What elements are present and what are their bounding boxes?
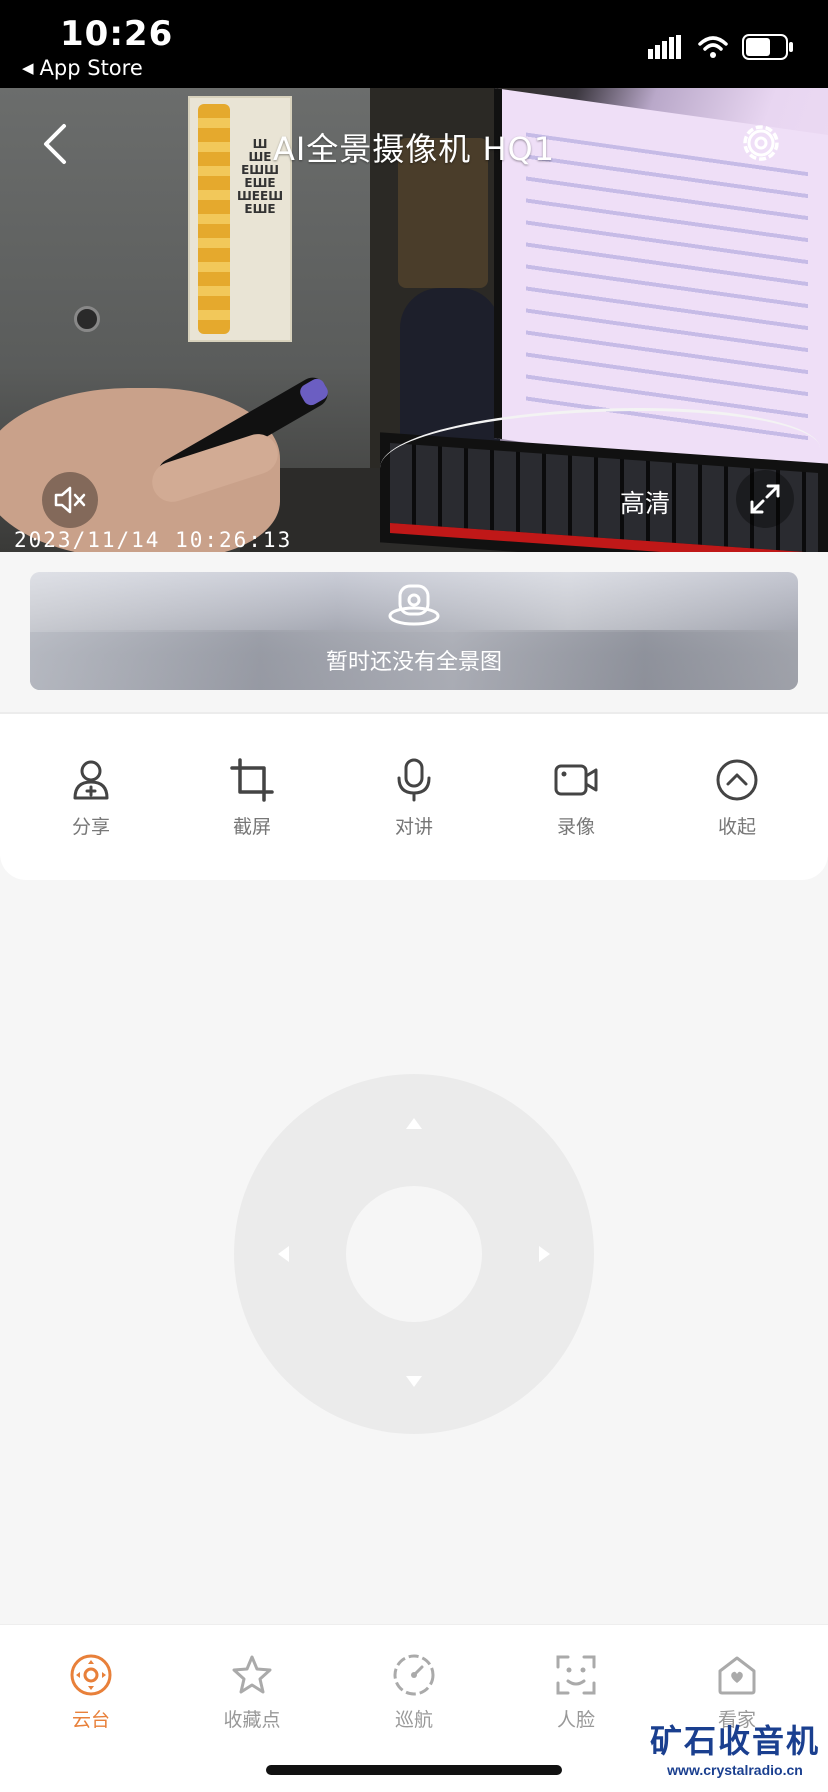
video-record-icon: [554, 764, 598, 796]
intercom-button[interactable]: 对讲: [354, 758, 474, 839]
ptz-right-arrow-icon[interactable]: [539, 1246, 550, 1262]
collapse-icon: [716, 759, 758, 801]
record-button[interactable]: 录像: [516, 758, 636, 839]
page-title: AI全景摄像机 HQ1: [272, 130, 556, 168]
back-triangle-icon: ◀: [22, 59, 34, 77]
watermark-main: 矿石收音机: [650, 1722, 821, 1760]
tab-cruise-label: 巡航: [394, 1709, 433, 1731]
ptz-center[interactable]: [346, 1186, 482, 1322]
watermark-url: www.crystalradio.cn: [667, 1762, 803, 1778]
video-scene-monitor-lines: [526, 132, 808, 453]
back-app-label: App Store: [39, 56, 143, 80]
tab-face[interactable]: 人脸: [511, 1653, 641, 1732]
status-bar: 10:26 ◀ App Store: [0, 0, 828, 88]
back-to-app-store[interactable]: ◀ App Store: [22, 56, 143, 80]
quality-toggle[interactable]: 高清: [620, 484, 670, 520]
battery-icon: [742, 34, 793, 60]
cruise-icon: [393, 1654, 435, 1696]
status-icons: [648, 34, 794, 60]
video-timestamp: 2023/11/14 10:26:13: [14, 528, 293, 552]
mute-icon: [54, 486, 86, 514]
collapse-label: 收起: [717, 816, 756, 838]
camera-panorama-icon: [388, 584, 440, 626]
action-toolbar: 分享 截屏 对讲 录像 收起: [0, 714, 828, 880]
record-label: 录像: [556, 816, 595, 838]
home-guard-icon: [718, 1656, 756, 1695]
tab-favorites[interactable]: 收藏点: [187, 1653, 317, 1732]
ptz-left-arrow-icon[interactable]: [278, 1246, 289, 1262]
fullscreen-button[interactable]: [736, 470, 794, 528]
ptz-down-arrow-icon[interactable]: [406, 1376, 422, 1387]
video-scene-doorknob: [74, 306, 100, 332]
crop-icon: [230, 758, 274, 802]
ptz-joystick[interactable]: [234, 1074, 594, 1434]
intercom-label: 对讲: [394, 816, 433, 838]
tab-favorites-label: 收藏点: [223, 1709, 281, 1731]
watermark: 矿石收音机 www.crystalradio.cn: [650, 1716, 820, 1778]
ptz-icon: [70, 1654, 112, 1696]
panorama-card[interactable]: 暂时还没有全景图: [30, 572, 798, 690]
status-time: 10:26: [60, 14, 174, 54]
share-button[interactable]: 分享: [31, 758, 151, 839]
ptz-up-arrow-icon[interactable]: [406, 1118, 422, 1129]
star-icon: [232, 1655, 272, 1694]
tab-cruise[interactable]: 巡航: [349, 1653, 479, 1732]
mute-button[interactable]: [42, 472, 98, 528]
tab-ptz-label: 云台: [71, 1709, 110, 1731]
tab-ptz[interactable]: 云台: [26, 1653, 156, 1732]
screenshot-label: 截屏: [232, 816, 271, 838]
signal-icon: [648, 35, 681, 59]
screenshot-button[interactable]: 截屏: [192, 758, 312, 839]
fullscreen-icon: [750, 484, 780, 514]
wifi-icon: [698, 36, 728, 58]
panorama-empty-text: 暂时还没有全景图: [325, 650, 502, 675]
microphone-icon: [397, 758, 431, 802]
home-indicator[interactable]: [266, 1765, 562, 1775]
share-label: 分享: [71, 816, 110, 838]
tab-face-label: 人脸: [556, 1709, 595, 1731]
collapse-button[interactable]: 收起: [677, 758, 797, 839]
settings-icon[interactable]: [736, 118, 786, 168]
share-user-icon: [73, 760, 109, 800]
face-icon: [556, 1655, 596, 1695]
